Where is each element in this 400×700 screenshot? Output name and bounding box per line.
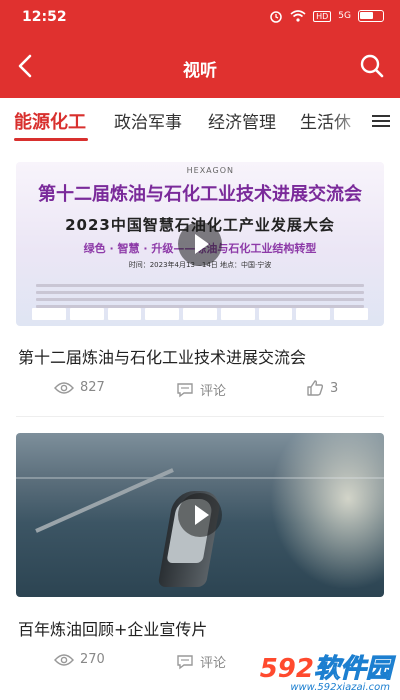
watermark-logo: 592软件园 [259, 648, 393, 685]
horizon [16, 477, 384, 479]
alarm-icon [270, 11, 282, 23]
sponsor-strip [32, 308, 369, 320]
status-bar: 12:52 HD 5G [0, 0, 400, 34]
view-count: 270 [54, 652, 105, 667]
video-thumbnail[interactable]: HEXAGON 第十二届炼油与石化工业技术进展交流会 2023中国智慧石油化工产… [16, 162, 384, 326]
like-count: 3 [330, 380, 339, 396]
watermark-text: 软件园 [313, 654, 392, 685]
comment-icon [177, 654, 193, 669]
watermark-number: 592 [259, 654, 314, 684]
battery-icon [358, 10, 384, 22]
signal-icon: 5G [338, 11, 351, 21]
view-count-value: 270 [80, 652, 105, 667]
tab-economics-management[interactable]: 经济管理 [208, 108, 276, 133]
video-feed: HEXAGON 第十二届炼油与石化工业技术进展交流会 2023中国智慧石油化工产… [0, 146, 400, 700]
video-meta: 827 评论 3 [0, 378, 400, 402]
search-icon [360, 54, 384, 78]
category-tabs: 能源化工 政治军事 经济管理 生活休 [0, 98, 400, 146]
thumbs-up-icon [307, 380, 324, 396]
status-time: 12:52 [22, 9, 67, 25]
sun-glow [264, 433, 384, 597]
comment-button[interactable]: 评论 [176, 380, 226, 399]
video-thumbnail[interactable] [16, 433, 384, 597]
video-title[interactable]: 百年炼油回顾+企业宣传片 [18, 616, 207, 640]
site-watermark: 592软件园 www.592xiazai.com [240, 644, 400, 700]
comment-button[interactable]: 评论 [176, 652, 226, 671]
tab-politics-military[interactable]: 政治军事 [114, 108, 182, 133]
thumbnail-title: 第十二届炼油与石化工业技术进展交流会 [38, 184, 362, 205]
view-count-value: 827 [80, 380, 105, 395]
search-button[interactable] [356, 50, 388, 82]
page-title: 视听 [183, 61, 217, 81]
tabs-fade [330, 98, 370, 146]
status-icons: HD 5G [269, 9, 384, 23]
active-tab-indicator [14, 138, 88, 141]
comment-label: 评论 [200, 384, 227, 399]
eye-icon [54, 653, 74, 666]
comment-label: 评论 [200, 656, 227, 671]
tab-energy-chemical[interactable]: 能源化工 [14, 108, 86, 134]
like-button[interactable]: 3 [306, 380, 338, 396]
play-icon[interactable] [178, 222, 222, 266]
top-nav-bar: 视听 [0, 34, 400, 98]
menu-icon[interactable] [372, 112, 390, 130]
play-icon[interactable] [178, 493, 222, 537]
video-title[interactable]: 第十二届炼油与石化工业技术进展交流会 [18, 344, 306, 368]
comment-icon [177, 382, 193, 397]
wifi-icon [290, 10, 306, 22]
sponsor-logo: HEXAGON [186, 166, 234, 175]
eye-icon [54, 381, 74, 394]
hd-icon: HD [313, 10, 332, 22]
watermark-url: www.592xiazai.com [290, 682, 390, 693]
divider [16, 416, 384, 417]
view-count: 827 [54, 380, 105, 395]
